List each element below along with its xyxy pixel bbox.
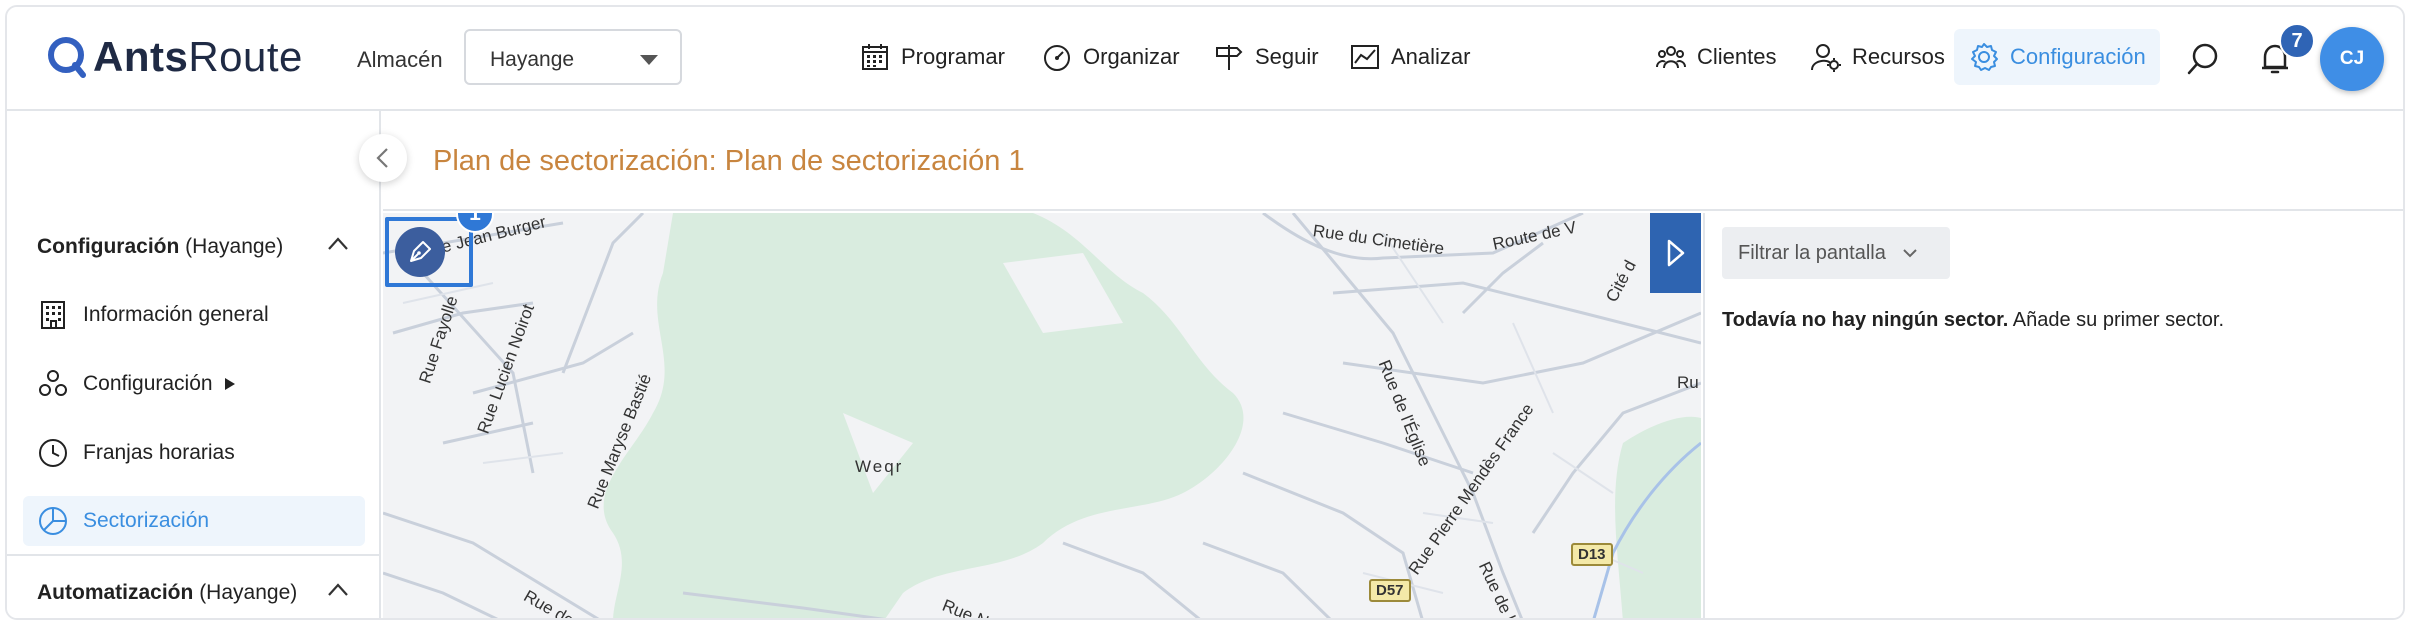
nav-organizar-label: Organizar (1083, 44, 1180, 69)
section-title: Configuración (37, 235, 180, 258)
logo-strong: Ants (93, 33, 189, 80)
chevron-left-icon (376, 148, 388, 168)
chevron-up-icon[interactable] (327, 233, 349, 255)
sidebar: Configuración (Hayange) Información gene… (7, 111, 381, 618)
nav-configuracion[interactable]: Configuración (1954, 29, 2160, 85)
section-title: Automatización (37, 581, 194, 604)
nav-programar-label: Programar (901, 44, 1005, 69)
sidebar-section-configuracion[interactable]: Configuración (Hayange) (37, 235, 283, 259)
draw-sector-button[interactable] (395, 227, 445, 277)
empty-message-strong: Todavía no hay ningún sector. (1722, 309, 2009, 331)
nav-recursos-label: Recursos (1852, 44, 1945, 69)
nav-programar[interactable]: Programar (859, 29, 1005, 85)
filter-screen-button[interactable]: Filtrar la pantalla (1722, 227, 1950, 279)
pie-chart-icon (39, 507, 67, 535)
triangle-right-icon (1667, 239, 1685, 267)
store-select-value: Hayange (490, 48, 575, 71)
draw-sector-tool[interactable]: 1 (385, 213, 494, 287)
sidebar-item-franjas-horarias[interactable]: Franjas horarias (23, 428, 365, 478)
user-gear-icon (1811, 44, 1841, 72)
sidebar-item-label: Información general (83, 303, 269, 326)
nav-configuracion-label: Configuración (2010, 44, 2146, 69)
nav-analizar-label: Analizar (1391, 44, 1471, 69)
nav-seguir[interactable]: Seguir (1213, 29, 1319, 85)
chart-icon (1351, 45, 1379, 69)
empty-message-rest: Añade su primer sector. (2012, 309, 2225, 331)
pen-icon (410, 241, 431, 262)
building-icon (41, 301, 65, 329)
gauge-icon (1044, 45, 1070, 71)
notification-badge: 7 (2279, 23, 2315, 59)
components-icon (39, 370, 67, 396)
nav-seguir-label: Seguir (1255, 44, 1319, 69)
sidebar-item-informacion-general[interactable]: Información general (23, 290, 365, 340)
chevron-down-icon (1903, 249, 1917, 258)
nav-clientes-label: Clientes (1697, 44, 1777, 69)
filter-screen-label: Filtrar la pantalla (1738, 241, 1886, 264)
logo-light: Route (188, 33, 303, 80)
chevron-up-icon[interactable] (327, 579, 349, 601)
road-tag-d57: D57 (1369, 579, 1411, 602)
nav-analizar[interactable]: Analizar (1349, 29, 1470, 85)
sidebar-divider (7, 554, 379, 556)
app-window: AntsRoute Almacén Hayange Programar Orga… (5, 5, 2405, 620)
map-label-area: Weqr (855, 457, 904, 476)
top-bar: AntsRoute Almacén Hayange Programar Orga… (7, 7, 2403, 111)
calendar-icon (862, 44, 888, 70)
caret-right-icon (224, 378, 235, 390)
map-label-street: Ru (1677, 373, 1699, 392)
caret-down-icon (640, 55, 658, 65)
logo[interactable]: AntsRoute (45, 33, 303, 81)
sidebar-section-automatizacion[interactable]: Automatización (Hayange) (37, 581, 297, 605)
sidebar-item-configuracion[interactable]: Configuración (23, 359, 365, 409)
search-icon[interactable] (2185, 41, 2221, 77)
clock-icon (39, 439, 67, 467)
nav-recursos[interactable]: Recursos (1810, 29, 1945, 85)
map-roads (383, 213, 1701, 618)
section-context: (Hayange) (185, 235, 284, 258)
nav-organizar[interactable]: Organizar (1041, 29, 1180, 85)
sidebar-item-label: Configuración (83, 372, 213, 395)
avatar[interactable]: CJ (2320, 27, 2384, 91)
users-icon (1656, 46, 1686, 69)
page-title: Plan de sectorización: Plan de sectoriza… (433, 145, 1025, 177)
antsroute-logo-icon (48, 37, 86, 78)
nav-clientes[interactable]: Clientes (1655, 29, 1776, 85)
sidebar-item-label: Franjas horarias (83, 441, 235, 464)
store-select[interactable]: Hayange (464, 29, 682, 85)
section-context: (Hayange) (199, 581, 298, 604)
signpost-icon (1216, 45, 1243, 70)
gear-icon (1971, 43, 1998, 71)
sidebar-item-sectorizacion[interactable]: Sectorización (23, 496, 365, 546)
expand-panel-button[interactable] (1650, 213, 1701, 293)
empty-sectors-message: Todavía no hay ningún sector. Añade su p… (1722, 309, 2224, 332)
map[interactable]: Rue Jean Burger Rue du Cimetière Route d… (383, 213, 1701, 618)
sidebar-item-label: Sectorización (83, 509, 210, 532)
store-label: Almacén (357, 47, 443, 72)
title-bar: Plan de sectorización: Plan de sectoriza… (383, 111, 2403, 211)
sectors-panel: Filtrar la pantalla Todavía no hay ningú… (1703, 213, 2403, 618)
road-tag-d13: D13 (1571, 543, 1613, 566)
collapse-sidebar-button[interactable] (359, 134, 407, 182)
